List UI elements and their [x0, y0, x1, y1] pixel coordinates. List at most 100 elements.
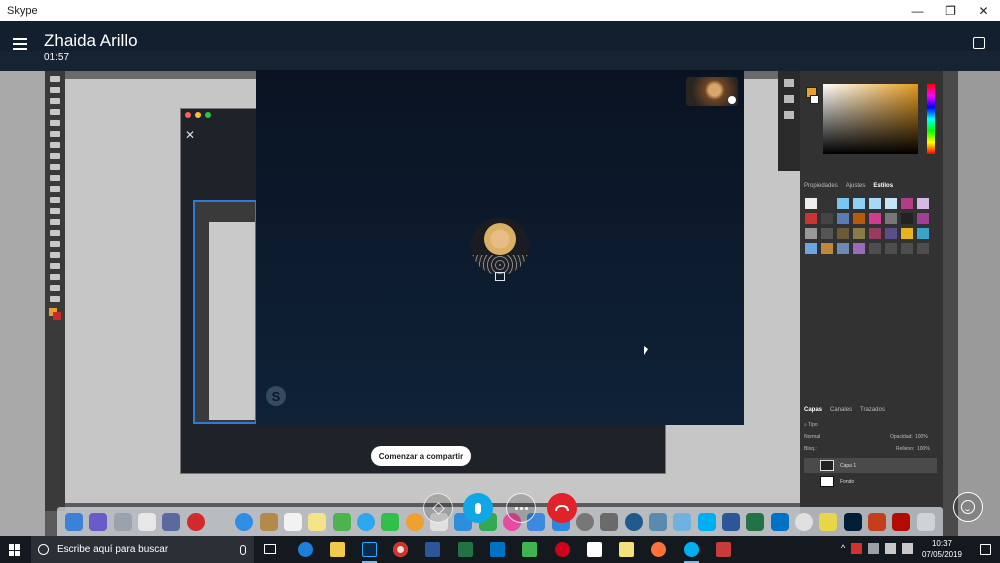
switch-camera-icon[interactable] — [728, 96, 736, 104]
tab-properties[interactable]: Propiedades — [804, 183, 838, 189]
color-picker-field[interactable] — [823, 84, 918, 154]
style-swatch[interactable] — [885, 228, 897, 239]
style-swatch[interactable] — [917, 213, 929, 224]
layer-kind-filter[interactable]: ⌕ Tipo — [804, 422, 937, 430]
layer-row[interactable]: Capa 1 — [804, 458, 937, 473]
file-explorer-icon[interactable] — [330, 542, 345, 557]
style-swatch[interactable] — [805, 198, 817, 209]
outlook-icon[interactable] — [490, 542, 505, 557]
style-swatch[interactable] — [821, 213, 833, 224]
excel-icon[interactable] — [458, 542, 473, 557]
tab-styles[interactable]: Estilos — [873, 183, 893, 189]
fill-value[interactable]: 100% — [917, 446, 930, 452]
style-swatch[interactable] — [869, 243, 881, 254]
tab-layers[interactable]: Capas — [804, 407, 822, 413]
style-swatch[interactable] — [837, 213, 849, 224]
taskbar-clock[interactable]: 10:37 07/05/2019 — [916, 538, 968, 560]
chevron-up-icon[interactable]: ^ — [841, 543, 845, 554]
history-icon — [784, 79, 794, 87]
microphone-icon[interactable] — [240, 544, 246, 555]
hamburger-menu-icon[interactable] — [13, 38, 27, 50]
hue-slider[interactable] — [927, 84, 935, 154]
style-swatch[interactable] — [837, 243, 849, 254]
style-swatch[interactable] — [901, 243, 913, 254]
style-swatch[interactable] — [805, 243, 817, 254]
blend-mode-select[interactable]: Normal — [804, 434, 820, 440]
word-icon[interactable] — [425, 542, 440, 557]
minimize-button[interactable]: — — [901, 0, 934, 21]
siri-icon — [89, 513, 108, 531]
reactions-button[interactable] — [953, 492, 983, 522]
tab-paths[interactable]: Trazados — [860, 407, 885, 413]
battery-icon[interactable] — [868, 543, 880, 554]
shape-tool-icon — [50, 263, 60, 269]
skype-icon[interactable] — [684, 542, 699, 557]
style-swatch[interactable] — [901, 198, 913, 209]
photoshop-side-icons — [778, 71, 800, 171]
stickies-icon — [308, 513, 327, 531]
pen-tool-icon — [50, 230, 60, 236]
style-swatch[interactable] — [853, 213, 865, 224]
windows-start-icon[interactable] — [9, 544, 21, 556]
snipping-icon[interactable] — [716, 542, 731, 557]
more-options-button[interactable] — [506, 493, 536, 523]
style-swatch[interactable] — [821, 228, 833, 239]
self-view-thumbnail[interactable] — [686, 77, 738, 106]
task-view-icon[interactable] — [264, 544, 276, 554]
style-swatch[interactable] — [885, 213, 897, 224]
tab-channels[interactable]: Canales — [830, 407, 852, 413]
notifications-icon[interactable] — [980, 544, 991, 555]
sticky-notes-icon[interactable] — [619, 542, 634, 557]
volume-icon[interactable] — [902, 543, 914, 554]
style-swatch[interactable] — [885, 243, 897, 254]
style-swatch[interactable] — [885, 198, 897, 209]
style-swatch[interactable] — [837, 228, 849, 239]
style-swatch[interactable] — [837, 198, 849, 209]
tab-adjustments[interactable]: Ajustes — [846, 183, 866, 189]
fullscreen-icon[interactable] — [495, 272, 505, 281]
chat-icon[interactable] — [973, 37, 985, 49]
style-swatch[interactable] — [869, 198, 881, 209]
properties-icon — [784, 95, 794, 103]
style-swatch[interactable] — [821, 243, 833, 254]
firefox-icon[interactable] — [651, 542, 666, 557]
photoshop-icon[interactable] — [362, 542, 377, 557]
ellipsis-icon — [514, 506, 528, 510]
layer-row[interactable]: Fondo — [804, 474, 937, 489]
notepad-icon[interactable] — [587, 542, 602, 557]
style-swatch[interactable] — [853, 228, 865, 239]
style-swatch[interactable] — [917, 228, 929, 239]
style-swatch[interactable] — [853, 243, 865, 254]
style-swatch[interactable] — [917, 198, 929, 209]
style-swatch[interactable] — [901, 213, 913, 224]
cortana-icon — [38, 544, 49, 555]
kind-filter-value: Tipo — [808, 422, 818, 428]
tray-app-icon[interactable] — [851, 543, 863, 554]
chrome-icon[interactable] — [393, 542, 408, 557]
wand-tool-icon — [50, 109, 60, 115]
edge-icon[interactable] — [298, 542, 313, 557]
style-swatch[interactable] — [917, 243, 929, 254]
video-toggle-button[interactable] — [423, 493, 453, 523]
style-swatch[interactable] — [901, 228, 913, 239]
camtasia-icon[interactable] — [522, 542, 537, 557]
end-call-button[interactable] — [547, 493, 577, 523]
close-button[interactable]: ✕ — [967, 0, 1000, 21]
style-swatch[interactable] — [821, 198, 833, 209]
style-swatch[interactable] — [805, 213, 817, 224]
style-swatch[interactable] — [853, 198, 865, 209]
mute-button[interactable] — [463, 493, 493, 523]
start-sharing-button[interactable]: Comenzar a compartir — [371, 446, 471, 466]
style-swatch[interactable] — [869, 228, 881, 239]
opera-icon[interactable] — [555, 542, 570, 557]
close-icon[interactable]: ✕ — [185, 128, 195, 142]
maximize-button[interactable]: ❐ — [934, 0, 967, 21]
layers-tabs: Capas Canales Trazados — [804, 407, 885, 413]
layer-thumbnail — [820, 476, 834, 487]
style-swatch[interactable] — [869, 213, 881, 224]
mac-minimize-dot — [195, 112, 201, 118]
style-swatch[interactable] — [805, 228, 817, 239]
opacity-value[interactable]: 100% — [915, 434, 928, 440]
taskbar-search[interactable]: Escribe aquí para buscar — [31, 536, 254, 563]
network-icon[interactable] — [885, 543, 897, 554]
